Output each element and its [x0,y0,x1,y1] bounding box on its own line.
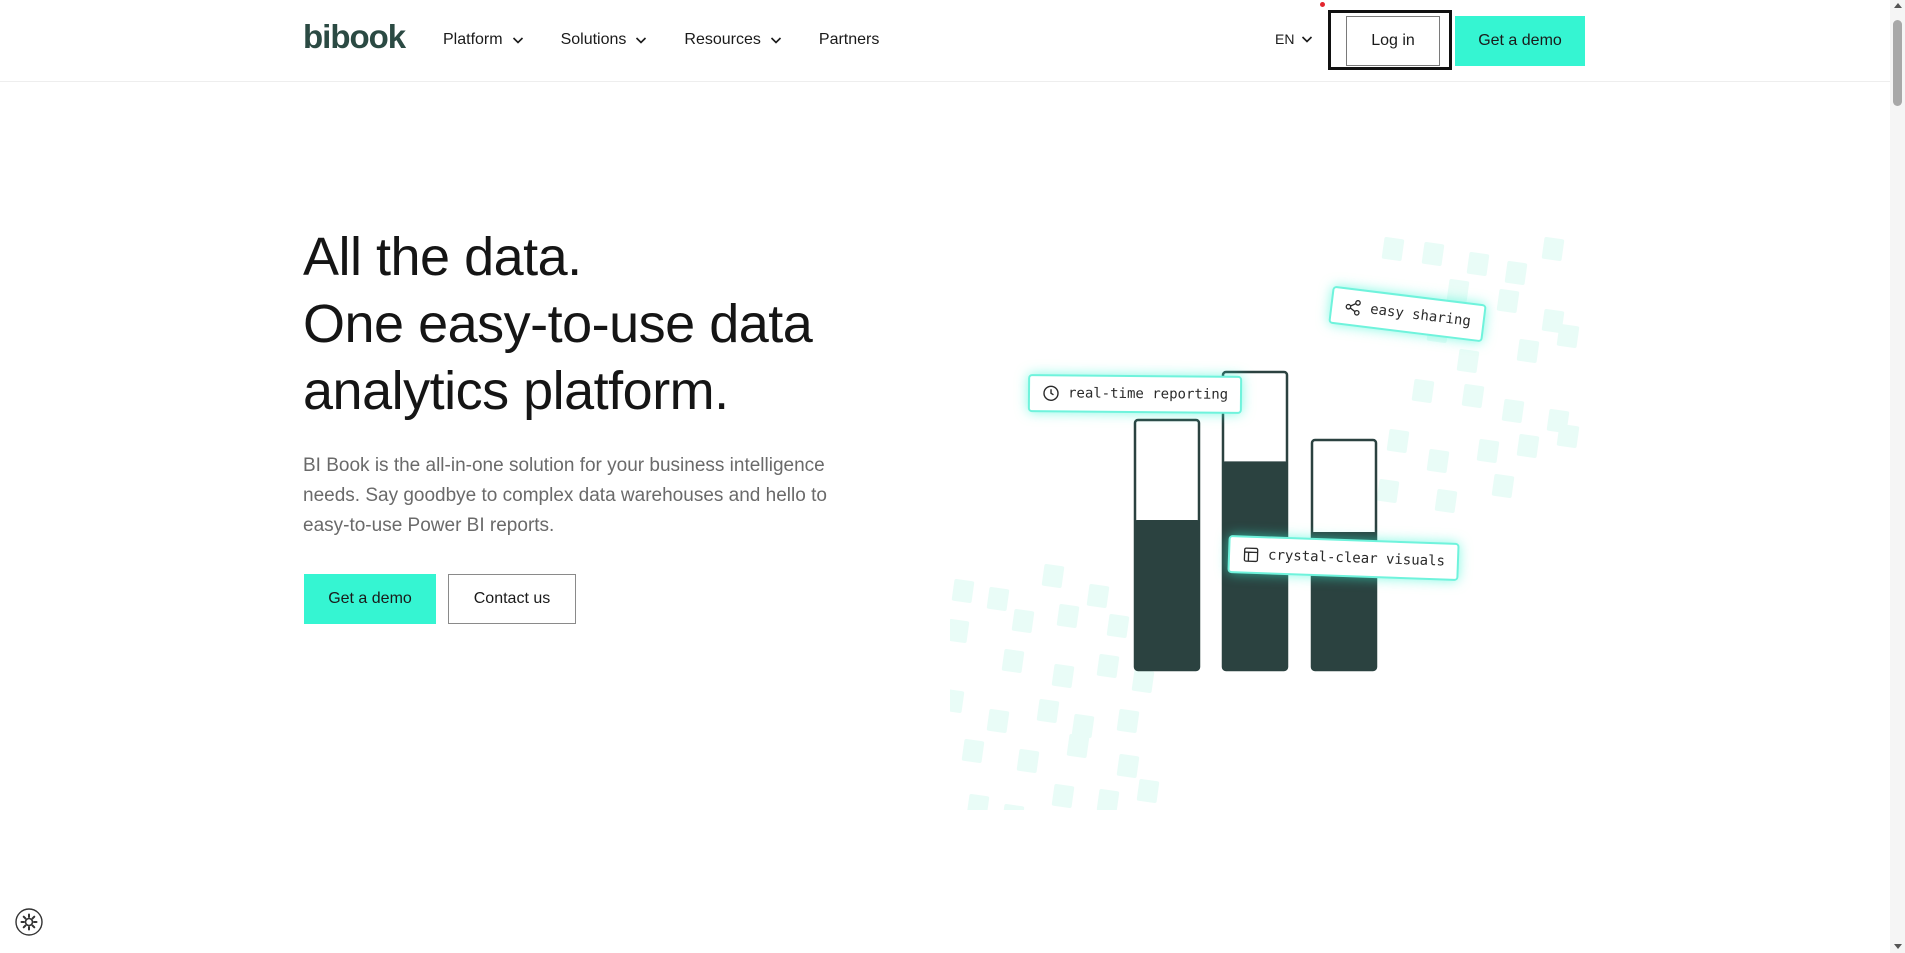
language-selector[interactable]: EN [1275,31,1314,47]
clock-icon [1043,385,1059,401]
decorative-tile [1426,448,1450,474]
decorative-tile [1116,753,1140,779]
get-demo-header-button[interactable]: Get a demo [1455,16,1585,66]
decorative-tile [1381,236,1405,262]
tag-label: easy sharing [1369,301,1472,330]
decorative-tile [1496,288,1520,314]
decorative-tile [1041,563,1065,589]
scroll-thumb[interactable] [1893,20,1902,106]
get-demo-button[interactable]: Get a demo [304,574,436,624]
decorative-tile [1016,748,1040,774]
decorative-tile [1541,236,1565,262]
hero-description: BI Book is the all-in-one solution for y… [303,455,827,536]
decorative-tile [966,793,990,810]
nav-resources[interactable]: Resources [684,29,782,51]
decorative-bars [1133,370,1378,672]
decorative-tile [1456,348,1480,374]
decorative-tile [1516,433,1540,459]
decorative-tile [1421,241,1445,267]
nav-solutions-label: Solutions [560,31,627,48]
decorative-tile [1466,251,1490,277]
decorative-tile [951,578,975,604]
decorative-tile [950,618,970,644]
decorative-tile [1056,603,1080,629]
nav-partners-label: Partners [818,31,880,48]
decorative-tile [1066,733,1090,759]
site-header: bibook Platform Solutions Resources Part… [0,0,1890,82]
decorative-tile [1504,260,1528,286]
decorative-tile [1011,608,1035,634]
hero-title-line: All the data. [303,227,582,287]
contact-us-button[interactable]: Contact us [448,574,576,624]
nav-solutions[interactable]: Solutions [561,29,649,51]
tag-label: crystal-clear visuals [1267,547,1446,570]
decorative-tile [1516,338,1540,364]
decorative-tile [1411,378,1435,404]
login-button[interactable]: Log in [1346,16,1440,66]
decorative-tile [1556,323,1580,349]
decorative-tile [1086,583,1110,609]
cookie-settings-icon[interactable] [14,907,44,937]
main-nav: Platform Solutions Resources Partners [443,29,915,51]
tag-real-time-reporting: real-time reporting [1027,374,1243,414]
tag-crystal-clear-visuals: crystal-clear visuals [1227,534,1460,582]
decorative-tile [950,688,965,714]
page-scrollbar[interactable] [1890,0,1905,953]
decorative-tile [1501,398,1525,424]
tag-label: real-time reporting [1067,385,1229,403]
nav-platform[interactable]: Platform [443,29,525,51]
decorative-tile [1136,778,1160,804]
chevron-down-icon [636,37,647,44]
decorative-tile [1096,653,1120,679]
decorative-tile [986,586,1010,612]
decorative-tile [1131,668,1155,694]
decorative-tile [1036,698,1060,724]
decorative-tile [1106,613,1130,639]
chevron-down-icon [770,37,781,44]
decorative-tile [1434,488,1458,514]
bar-illustration [950,236,1580,810]
decorative-tile [1386,428,1410,454]
nav-resources-label: Resources [684,31,761,48]
decorative-tile [1476,438,1500,464]
decorative-tile [1001,803,1025,810]
decorative-tile [961,738,985,764]
nav-platform-label: Platform [443,31,503,48]
decorative-tile [1116,708,1140,734]
decorative-tile [1001,648,1025,674]
hero-illustration: real-time reporting easy sharing crystal… [950,210,1590,810]
hero-title-line: One easy-to-use data [303,294,813,354]
nav-partners[interactable]: Partners [819,29,879,51]
notification-dot [1320,2,1325,7]
decorative-tile [1096,788,1120,810]
hero-title: All the data. One easy-to-use data analy… [303,224,923,425]
bar-fill [1135,520,1199,670]
decorative-tile [1461,383,1485,409]
chevron-down-icon [1302,36,1313,43]
hero-title-line: analytics platform. [303,361,729,421]
scroll-down-arrow-icon[interactable] [1894,944,1902,949]
logo[interactable]: bibook [303,18,406,56]
decorative-tile [1376,478,1400,504]
decorative-tile [986,708,1010,734]
decorative-tile [1556,423,1580,449]
scroll-up-arrow-icon[interactable] [1894,3,1902,8]
decorative-tile [1051,783,1075,809]
language-label: EN [1275,31,1295,47]
share-icon [1345,300,1361,316]
decorative-tile [1491,473,1515,499]
decorative-tile [1051,663,1075,689]
chevron-down-icon [512,37,523,44]
layout-icon [1243,547,1259,563]
